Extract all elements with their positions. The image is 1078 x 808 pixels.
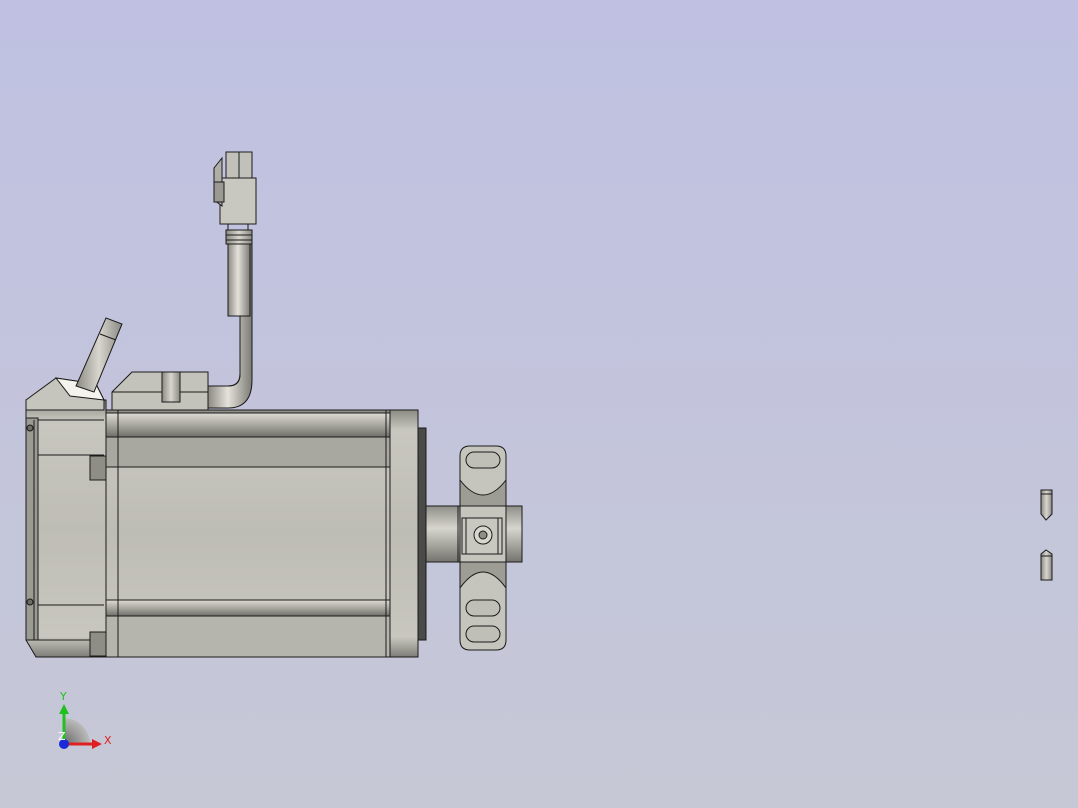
cable-plug-connector [213,151,257,230]
servo-motor-assembly[interactable] [25,151,1053,658]
front-flange [389,409,427,658]
motor-body [89,409,419,658]
x-axis-arrowhead [92,739,102,749]
y-axis-label: Y [59,690,67,703]
dowel-pin-lower [1040,549,1053,581]
x-axis-label: X [104,734,112,747]
angled-cable-gland [75,317,123,393]
cad-viewport[interactable]: Y X Z [0,0,1078,808]
z-axis-label: Z [58,730,66,743]
model-view[interactable]: Y X Z [0,0,1078,808]
power-cable [207,229,253,409]
y-axis-arrowhead [59,704,69,714]
triad-arc [64,718,90,744]
mounting-bracket [459,445,507,651]
dowel-pin-upper [1040,489,1053,521]
orientation-triad[interactable]: Y X Z [58,690,112,749]
rear-cover [25,399,107,658]
